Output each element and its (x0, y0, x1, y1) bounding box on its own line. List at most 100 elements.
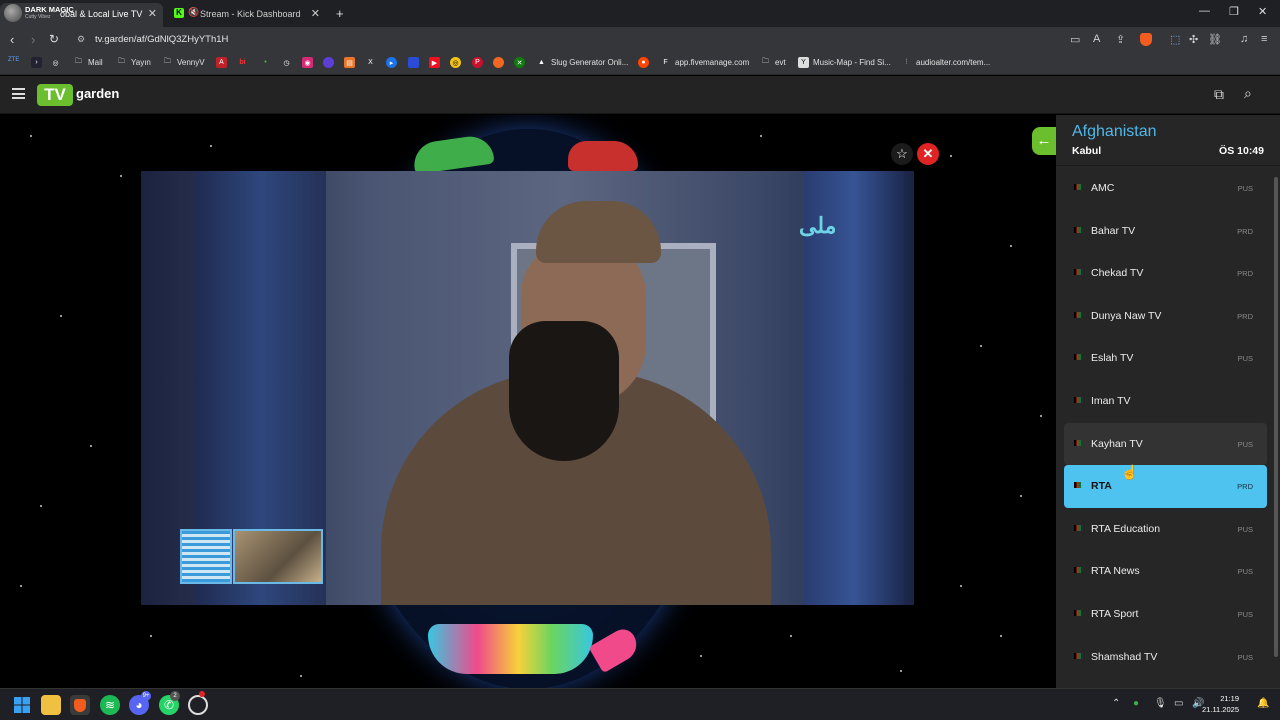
new-tab-button[interactable]: + (336, 6, 344, 21)
panel-scrollbar[interactable] (1274, 177, 1278, 657)
channel-item[interactable]: Dunya Naw TV PRD (1064, 295, 1267, 338)
channel-language: PRD (1237, 482, 1253, 492)
extension-icon[interactable]: ⬚ (1170, 33, 1180, 46)
minimize-icon[interactable]: — (1199, 5, 1210, 17)
bookmark-reddit-icon[interactable]: ● (638, 57, 653, 68)
bookmark-a-icon[interactable]: A (216, 57, 231, 68)
cast-icon[interactable]: ▭ (1070, 33, 1080, 46)
bookmark-instagram-icon[interactable]: ◉ (302, 57, 317, 68)
close-icon[interactable]: ✕ (311, 7, 320, 20)
close-player-button[interactable]: ✕ (917, 143, 939, 165)
channel-item[interactable]: RTA Education PUS (1064, 508, 1267, 551)
bookmark-xbox-icon[interactable]: ✕ (514, 57, 529, 68)
channel-item[interactable]: RTA News PUS (1064, 550, 1267, 593)
bookmark-label: audioalter.com/tem... (916, 58, 991, 67)
spotify-icon[interactable]: ≋ (100, 695, 120, 715)
qr-code (180, 529, 232, 584)
site-header: TV garden ⧉ ⌕ (0, 76, 1280, 114)
bookmark-zte[interactable]: ZTE (8, 57, 19, 63)
channel-item[interactable]: AMC PUS (1064, 167, 1267, 210)
notifications-icon[interactable]: 🔔 (1257, 698, 1269, 709)
star (950, 155, 952, 157)
channel-item[interactable]: Bahar TV PRD (1064, 210, 1267, 253)
country-name: Afghanistan (1072, 123, 1157, 140)
window-close-icon[interactable]: ✕ (1258, 5, 1267, 18)
tray-overflow-icon[interactable]: ⌃ (1112, 698, 1120, 709)
channel-name: Chekad TV (1091, 267, 1144, 280)
afghanistan-flag-icon (1074, 226, 1081, 233)
close-icon[interactable]: ✕ (148, 7, 157, 20)
bookmark-evt[interactable]: 🗀 evt (760, 57, 786, 68)
channel-name: Eslah TV (1091, 352, 1134, 365)
logo-tv-box[interactable]: TV (37, 84, 73, 106)
bookmark-vennyv[interactable]: 🗀 VennyV (162, 57, 205, 68)
menu-icon[interactable]: ≡ (1261, 33, 1267, 45)
bookmark-x-icon[interactable]: X (365, 57, 380, 68)
bookmark-firefox-icon[interactable] (493, 57, 508, 68)
network-icon[interactable]: ▭ (1174, 698, 1183, 709)
translate-icon[interactable]: A (1093, 33, 1100, 45)
reload-icon[interactable]: ↻ (49, 32, 59, 46)
microphone-icon[interactable]: 🎙 (1154, 698, 1167, 709)
back-button[interactable]: ← (1032, 127, 1056, 155)
musicmap-icon: Y (798, 57, 809, 68)
channel-item[interactable]: RTA PRD (1064, 465, 1267, 508)
forward-icon[interactable]: › (31, 32, 35, 47)
channel-name: AMC (1091, 182, 1115, 194)
profile-badge[interactable]: DARK MAGIC Cutty Vibez (4, 3, 84, 23)
capital-name: Kabul (1072, 145, 1102, 157)
presenter (509, 321, 619, 461)
bookmark-globe-icon[interactable]: ◎ (50, 57, 65, 68)
brave-browser-icon[interactable] (70, 695, 90, 715)
folder-icon: 🗀 (762, 58, 769, 65)
bookmark-purple-icon[interactable] (323, 57, 338, 68)
channel-item[interactable]: RTA Sport PUS (1064, 593, 1267, 636)
tray-app-icon[interactable]: ● (1133, 698, 1139, 709)
windows-start-icon[interactable] (12, 695, 32, 715)
bookmark-dot-icon[interactable]: • (260, 57, 275, 68)
bookmark-fivemanage[interactable]: Fapp.fivemanage.com (660, 57, 749, 68)
star (960, 585, 962, 587)
bookmark-yayin[interactable]: 🗀 Yayın (116, 57, 151, 68)
channel-item[interactable]: Iman TV (1064, 380, 1267, 423)
file-explorer-icon[interactable] (41, 695, 61, 715)
system-clock[interactable]: 21:19 21.11.2025 (1202, 693, 1239, 715)
media-icon[interactable]: ♫ (1240, 33, 1248, 45)
bookmark-bi-icon[interactable]: bi (237, 57, 252, 68)
hamburger-menu-icon[interactable] (12, 88, 25, 99)
bookmark-music-map[interactable]: Y Music-Map - Find Si... (798, 57, 891, 68)
clock-date: 21.11.2025 (1202, 705, 1239, 714)
bookmark-blue-icon[interactable] (408, 57, 423, 68)
bookmark-audioalter[interactable]: ⫶ audioalter.com/tem... (901, 57, 991, 68)
link-icon[interactable]: ⛓ (1208, 33, 1222, 46)
audioalter-icon: ⫶ (905, 58, 908, 66)
tv-remote-icon[interactable]: ⧉ (1214, 86, 1224, 103)
video-player[interactable]: ملی (141, 171, 914, 605)
puzzle-icon[interactable]: ✣ (1189, 33, 1198, 46)
site-info-icon[interactable]: ⚙ (77, 34, 85, 45)
channel-item[interactable]: Shamshad TV PUS (1064, 636, 1267, 679)
bookmark-yellow-icon[interactable]: ◎ (450, 57, 465, 68)
channel-item[interactable]: Kayhan TV PUS (1064, 422, 1267, 466)
channel-item[interactable]: Chekad TV PRD (1064, 252, 1267, 295)
bookmark-arrow-icon[interactable]: › (31, 57, 46, 68)
logo-text[interactable]: garden (76, 86, 119, 101)
share-icon[interactable]: ⇪ (1116, 33, 1125, 46)
bookmark-orange-icon[interactable]: ▤ (344, 57, 359, 68)
tab-kick-dashboard[interactable]: K 🔇 Stream - Kick Dashboard ✕ (166, 3, 326, 27)
url-field[interactable]: tv.garden/af/GdNlQ3ZHyYTh1H (95, 34, 228, 45)
bookmark-clock-icon[interactable]: ◷ (281, 57, 296, 68)
bookmark-mail[interactable]: 🗀 Mail (73, 57, 103, 68)
search-icon[interactable]: ⌕ (1244, 85, 1252, 102)
obs-icon[interactable] (188, 695, 208, 715)
back-icon[interactable]: ‹ (10, 32, 14, 47)
channel-name: RTA Education (1091, 522, 1161, 535)
bookmark-play-icon[interactable]: ▸ (386, 57, 401, 68)
favorite-button[interactable]: ☆ (891, 143, 913, 165)
bookmark-slug-generator[interactable]: ▲ Slug Generator Onli... (536, 57, 628, 68)
bookmark-pinterest-icon[interactable]: P (472, 57, 487, 68)
bookmark-youtube-icon[interactable]: ▶ (429, 57, 444, 68)
brave-shield-icon[interactable] (1140, 33, 1152, 46)
channel-item[interactable]: Eslah TV PUS (1064, 337, 1267, 380)
restore-icon[interactable]: ❐ (1229, 5, 1239, 18)
